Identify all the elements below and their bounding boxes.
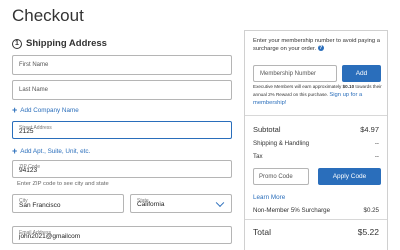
membership-prompt-text: Enter your membership number to avoid pa… bbox=[253, 38, 380, 52]
last-name-field[interactable]: Last Name bbox=[12, 80, 232, 100]
tax-row: Tax -- bbox=[253, 153, 379, 160]
exec-amount: $0.10 bbox=[342, 84, 355, 89]
shipping-label: Shipping & Handling bbox=[253, 140, 310, 147]
total-label: Total bbox=[253, 227, 271, 237]
shipping-heading-text: Shipping Address bbox=[26, 38, 107, 49]
surcharge-label: Non-Member 5% Surcharge bbox=[253, 207, 331, 214]
email-value: john2021@gmailcom bbox=[19, 233, 81, 240]
shipping-value: -- bbox=[374, 140, 379, 147]
subtotal-value: $4.97 bbox=[360, 125, 379, 134]
zip-code-field[interactable]: ZIP Code 94123 bbox=[12, 160, 232, 178]
tax-label: Tax bbox=[253, 153, 263, 160]
state-select[interactable]: State California bbox=[130, 194, 232, 213]
street-address-field[interactable]: Street Address 2125 bbox=[12, 121, 232, 139]
street-address-value: 2125 bbox=[19, 128, 34, 135]
city-field[interactable]: City San Francisco bbox=[12, 194, 124, 213]
exec-note-text: Executive Members will earn approximatel… bbox=[253, 84, 343, 89]
zip-code-value: 94123 bbox=[19, 167, 38, 174]
chevron-down-icon bbox=[215, 198, 225, 207]
email-field[interactable]: Email Address john2021@gmailcom bbox=[12, 226, 232, 244]
add-membership-button[interactable]: Add bbox=[342, 65, 381, 82]
last-name-placeholder: Last Name bbox=[19, 87, 49, 93]
first-name-placeholder: First Name bbox=[19, 62, 49, 68]
add-apt-label: Add Apt., Suite, Unit, etc. bbox=[20, 148, 91, 155]
membership-number-input[interactable]: Membership Number bbox=[253, 65, 337, 82]
order-summary-panel: Enter your membership number to avoid pa… bbox=[244, 30, 388, 250]
page-title: Checkout bbox=[12, 6, 84, 25]
subtotal-label: Subtotal bbox=[253, 125, 281, 134]
plus-icon: + bbox=[12, 146, 18, 156]
step-number: 1 bbox=[12, 38, 22, 49]
membership-prompt: Enter your membership number to avoid pa… bbox=[253, 37, 383, 53]
shipping-section-heading: 1 Shipping Address bbox=[12, 38, 107, 49]
surcharge-value: $0.25 bbox=[363, 207, 379, 214]
info-icon[interactable]: ? bbox=[317, 45, 324, 52]
membership-number-placeholder: Membership Number bbox=[260, 70, 317, 77]
learn-more-link[interactable]: Learn More bbox=[253, 194, 285, 201]
add-apt-link[interactable]: + Add Apt., Suite, Unit, etc. bbox=[12, 147, 90, 156]
city-value: San Francisco bbox=[19, 202, 61, 209]
plus-icon: + bbox=[12, 105, 18, 115]
surcharge-row: Non-Member 5% Surcharge $0.25 bbox=[253, 207, 379, 214]
divider bbox=[245, 115, 387, 116]
add-company-label: Add Company Name bbox=[20, 107, 79, 114]
add-company-link[interactable]: + Add Company Name bbox=[12, 106, 79, 115]
divider bbox=[245, 219, 387, 220]
first-name-field[interactable]: First Name bbox=[12, 55, 232, 75]
apply-code-button[interactable]: Apply Code bbox=[318, 168, 381, 185]
promo-code-placeholder: Promo Code bbox=[259, 173, 293, 180]
state-value: California bbox=[137, 201, 165, 208]
tax-value: -- bbox=[374, 153, 379, 160]
total-value: $5.22 bbox=[357, 227, 379, 237]
shipping-row: Shipping & Handling -- bbox=[253, 140, 379, 147]
promo-code-input[interactable]: Promo Code bbox=[253, 168, 309, 185]
total-row: Total $5.22 bbox=[253, 227, 379, 237]
subtotal-row: Subtotal $4.97 bbox=[253, 125, 379, 134]
zip-hint: Enter ZIP code to see city and state bbox=[17, 181, 109, 187]
executive-member-note: Executive Members will earn approximatel… bbox=[253, 83, 383, 108]
